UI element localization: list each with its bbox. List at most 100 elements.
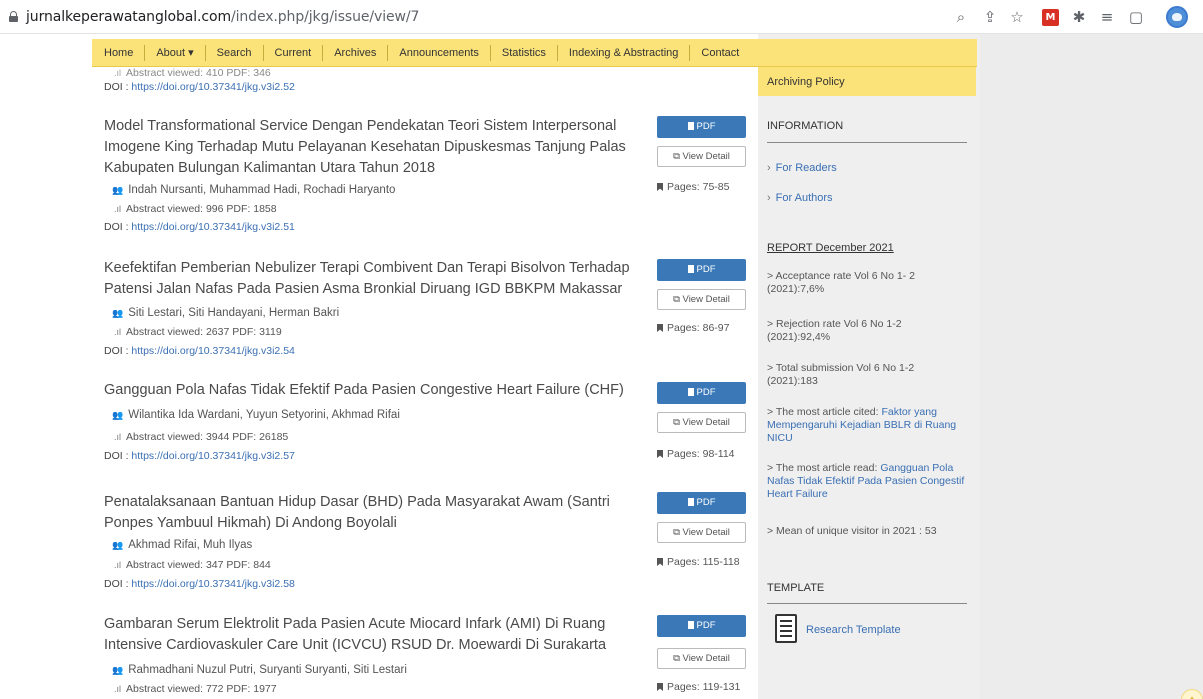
stats-text: Abstract viewed: 2637 PDF: 3119 (126, 326, 282, 338)
stats-text: Abstract viewed: 772 PDF: 1977 (126, 683, 277, 695)
doi-link[interactable]: https://doi.org/10.37341/jkg.v3i2.51 (131, 221, 294, 233)
view-detail-button[interactable]: ⧉ View Detail (657, 648, 746, 669)
nav-indexing[interactable]: Indexing & Abstracting (558, 44, 691, 61)
pdf-label: PDF (696, 121, 716, 132)
cited-prefix: > The most article cited: (767, 406, 882, 418)
doi-label: DOI : (104, 345, 132, 357)
nav-contact[interactable]: Contact (690, 45, 750, 61)
users-icon: 👥 (112, 539, 124, 550)
report-heading: REPORT December 2021 (767, 242, 894, 254)
template-heading: TEMPLATE (767, 582, 825, 594)
article-title[interactable]: Penatalaksanaan Bantuan Hidup Dasar (BHD… (104, 492, 649, 534)
article-pages: Pages: 98-114 (657, 448, 735, 460)
nav-announcements[interactable]: Announcements (388, 44, 491, 61)
right-gutter (980, 34, 1203, 699)
article-title[interactable]: Gambaran Serum Elektrolit Pada Pasien Ac… (104, 614, 649, 656)
divider (767, 603, 967, 604)
bar-chart-icon: .ıl (114, 68, 122, 78)
article-authors: 👥 Rahmadhani Nuzul Putri, Suryanti Suryan… (112, 664, 407, 676)
article-title[interactable]: Keefektifan Pemberian Nebulizer Terapi C… (104, 258, 649, 300)
pdf-label: PDF (696, 264, 716, 275)
archiving-policy-link[interactable]: Archiving Policy (758, 64, 976, 96)
article-stats: .ıl Abstract viewed: 347 PDF: 844 (114, 559, 271, 571)
chevron-right-icon: › (767, 192, 771, 204)
doi-label: DOI : (104, 450, 132, 462)
doi-line: DOI : https://doi.org/10.37341/jkg.v3i2.… (104, 578, 295, 590)
sidebar: Archiving Policy INFORMATION › For Reader… (758, 34, 980, 699)
pages-text: Pages: 115-118 (667, 556, 740, 568)
share-icon[interactable]: ⇪ (981, 8, 999, 26)
star-icon[interactable]: ☆ (1008, 8, 1026, 26)
stats-text: Abstract viewed: 3944 PDF: 26185 (126, 431, 289, 443)
extension-red-icon[interactable]: M (1042, 9, 1059, 26)
pdf-button[interactable]: PDF (657, 382, 746, 404)
puzzle-icon[interactable]: ✱ (1070, 8, 1088, 26)
file-icon (687, 498, 694, 506)
detail-label: View Detail (682, 653, 730, 664)
doi-line: DOI : https://doi.org/10.37341/jkg.v3i2.… (104, 81, 295, 93)
doi-line: DOI : https://doi.org/10.37341/jkg.v3i2.… (104, 221, 295, 233)
external-link-icon: ⧉ (673, 527, 683, 538)
acceptance-rate: > Acceptance rate Vol 6 No 1- 2 (2021):7… (767, 270, 915, 295)
lock-icon[interactable] (9, 11, 18, 22)
doi-link[interactable]: https://doi.org/10.37341/jkg.v3i2.52 (131, 81, 294, 93)
bar-chart-icon: .ıl (114, 684, 122, 694)
side-panel-icon[interactable]: ▢ (1127, 8, 1145, 26)
file-icon (687, 122, 694, 130)
article-list: .ıl Abstract viewed: 410 PDF: 346 DOI : h… (92, 34, 746, 699)
stats-text: Abstract viewed: 996 PDF: 1858 (126, 203, 277, 215)
doi-link[interactable]: https://doi.org/10.37341/jkg.v3i2.58 (131, 578, 294, 590)
pdf-button[interactable]: PDF (657, 259, 746, 281)
pages-text: Pages: 86-97 (667, 322, 730, 334)
media-list-icon[interactable]: ≡ (1098, 8, 1116, 26)
detail-label: View Detail (682, 527, 730, 538)
most-cited: > The most article cited: Faktor yang Me… (767, 406, 967, 445)
bar-chart-icon: .ıl (114, 204, 122, 214)
article-stats: .ıl Abstract viewed: 2637 PDF: 3119 (114, 326, 282, 338)
profile-avatar[interactable] (1166, 6, 1188, 28)
bookmark-icon (657, 683, 663, 691)
nav-archives[interactable]: Archives (323, 44, 389, 61)
nav-about[interactable]: About ▾ (145, 44, 206, 61)
most-read: > The most article read: Gangguan Pola N… (767, 462, 967, 501)
stats-text: Abstract viewed: 410 PDF: 346 (126, 67, 271, 79)
pdf-button[interactable]: PDF (657, 492, 746, 514)
for-authors-link[interactable]: › For Authors (767, 192, 833, 204)
unique-visitors: > Mean of unique visitor in 2021 : 53 (767, 525, 937, 537)
zoom-icon[interactable]: ⌕ (952, 8, 970, 26)
nav-home[interactable]: Home (92, 44, 146, 61)
external-link-icon: ⧉ (673, 294, 683, 305)
pdf-button[interactable]: PDF (657, 116, 746, 138)
doi-link[interactable]: https://doi.org/10.37341/jkg.v3i2.57 (131, 450, 294, 462)
rejection-rate: > Rejection rate Vol 6 No 1-2 (2021):92,… (767, 318, 902, 343)
article-pages: Pages: 119-131 (657, 681, 740, 693)
main-nav: Home About ▾ Search Current Archives Ann… (92, 39, 977, 67)
view-detail-button[interactable]: ⧉ View Detail (657, 289, 746, 310)
address-bar[interactable]: jurnalkeperawatanglobal.com/index.php/jk… (26, 9, 419, 25)
article-title[interactable]: Model Transformational Service Dengan Pe… (104, 116, 649, 179)
view-detail-button[interactable]: ⧉ View Detail (657, 522, 746, 543)
nav-search[interactable]: Search (206, 44, 264, 61)
nav-statistics[interactable]: Statistics (491, 44, 558, 61)
bookmark-icon (657, 183, 663, 191)
for-authors-label: For Authors (775, 192, 833, 204)
doi-line: DOI : https://doi.org/10.37341/jkg.v3i2.… (104, 345, 295, 357)
external-link-icon: ⧉ (673, 417, 683, 428)
article-title[interactable]: Gangguan Pola Nafas Tidak Efektif Pada P… (104, 380, 649, 401)
for-readers-link[interactable]: › For Readers (767, 162, 837, 174)
research-template-link[interactable]: Research Template (806, 624, 901, 636)
bookmark-icon (657, 558, 663, 566)
for-readers-label: For Readers (775, 162, 837, 174)
doi-link[interactable]: https://doi.org/10.37341/jkg.v3i2.54 (131, 345, 294, 357)
page-content: Home About ▾ Search Current Archives Ann… (0, 34, 1203, 699)
detail-label: View Detail (682, 151, 730, 162)
bar-chart-icon: .ıl (114, 560, 122, 570)
view-detail-button[interactable]: ⧉ View Detail (657, 412, 746, 433)
authors-text: Wilantika Ida Wardani, Yuyun Setyorini, … (128, 409, 400, 421)
users-icon: 👥 (112, 184, 124, 195)
document-icon[interactable] (775, 614, 797, 643)
pdf-button[interactable]: PDF (657, 615, 746, 637)
doi-label: DOI : (104, 81, 132, 93)
view-detail-button[interactable]: ⧉ View Detail (657, 146, 746, 167)
nav-current[interactable]: Current (264, 44, 324, 61)
